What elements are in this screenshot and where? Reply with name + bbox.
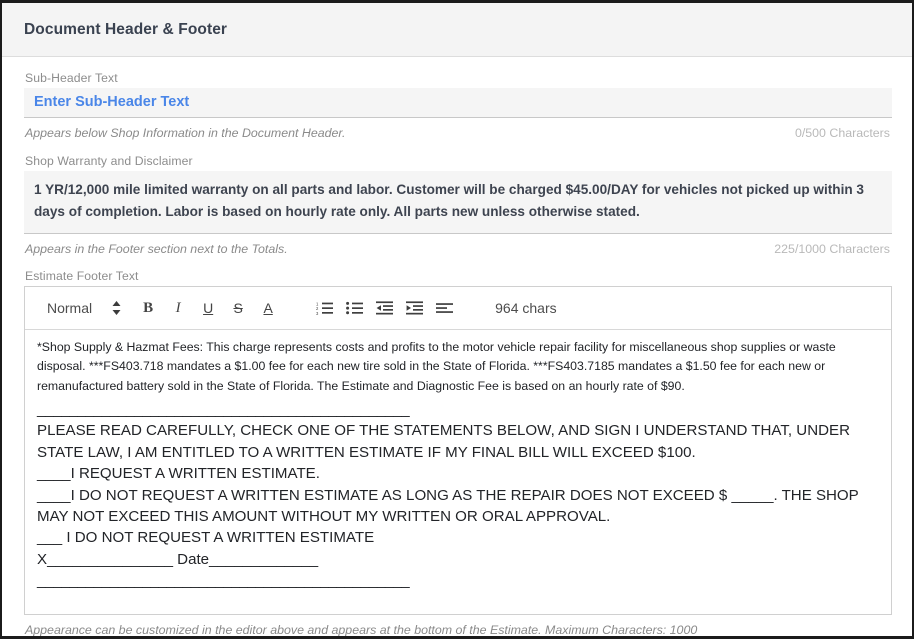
indent-button[interactable]: [399, 294, 429, 322]
italic-button[interactable]: I: [163, 294, 193, 322]
editor-line: ____I REQUEST A WRITTEN ESTIMATE.: [37, 465, 320, 483]
underline-icon: U: [203, 300, 214, 317]
editor-divider-bottom: ________________________________________…: [37, 572, 410, 590]
format-select-value: Normal: [47, 300, 93, 317]
bold-button[interactable]: B: [133, 294, 163, 322]
editor-line: ____I DO NOT REQUEST A WRITTEN ESTIMATE …: [37, 486, 863, 525]
ordered-list-button[interactable]: 1 2 3: [309, 294, 339, 322]
align-icon: [435, 301, 453, 315]
warranty-hint-row: Appears in the Footer section next to th…: [25, 242, 892, 257]
estimate-footer-label: Estimate Footer Text: [25, 269, 139, 284]
text-color-icon: A: [263, 300, 273, 317]
editor-divider-top: ________________________________________…: [37, 400, 410, 418]
bold-icon: B: [143, 299, 154, 316]
warranty-field-group: Shop Warranty and Disclaimer 1 YR/12,000…: [24, 154, 892, 257]
editor-line: PLEASE READ CAREFULLY, CHECK ONE OF THE …: [37, 422, 855, 461]
sub-header-placeholder: Enter Sub-Header Text: [34, 94, 190, 110]
sub-header-label: Sub-Header Text: [25, 71, 118, 85]
editor-line: X_______________ Date_____________: [37, 550, 319, 568]
sub-header-input[interactable]: Enter Sub-Header Text: [24, 88, 892, 118]
sub-header-character-counter: 0/500 Characters: [794, 126, 890, 140]
format-select[interactable]: Normal: [39, 300, 133, 316]
editor-char-count: 964 chars: [495, 300, 557, 317]
editor-content-area[interactable]: *Shop Supply & Hazmat Fees: This charge …: [25, 330, 891, 614]
outdent-button[interactable]: [369, 294, 399, 322]
underline-button[interactable]: U: [193, 294, 223, 322]
strikethrough-button[interactable]: S: [223, 294, 253, 322]
warranty-textarea[interactable]: 1 YR/12,000 mile limited warranty on all…: [24, 171, 892, 235]
list-group: 1 2 3: [309, 294, 459, 322]
bullet-list-icon: [345, 301, 363, 315]
ordered-list-icon: 1 2 3: [316, 301, 333, 315]
indent-icon: [405, 301, 423, 315]
estimate-footer-group: Estimate Footer Text Normal B I U S A 1 …: [24, 269, 892, 638]
estimate-footer-hint: Appearance can be customized in the edit…: [25, 623, 698, 638]
chevron-updown-icon: [112, 301, 121, 316]
panel-body: Sub-Header Text Enter Sub-Header Text Ap…: [2, 57, 912, 638]
sub-header-field-group: Sub-Header Text Enter Sub-Header Text Ap…: [24, 71, 892, 141]
warranty-value: 1 YR/12,000 mile limited warranty on all…: [34, 182, 864, 220]
align-button[interactable]: [429, 294, 459, 322]
sub-header-hint-row: Appears below Shop Information in the Do…: [25, 126, 892, 141]
editor-toolbar: Normal B I U S A 1 2 3 964 chars: [25, 287, 891, 331]
editor-paragraph-fees: *Shop Supply & Hazmat Fees: This charge …: [37, 340, 836, 393]
rich-text-editor: Normal B I U S A 1 2 3 964 chars *Shop S…: [24, 286, 892, 616]
strikethrough-icon: S: [233, 300, 243, 317]
text-style-group: B I U S A: [133, 294, 283, 322]
page-title: Document Header & Footer: [24, 20, 228, 38]
bullet-list-button[interactable]: [339, 294, 369, 322]
warranty-label: Shop Warranty and Disclaimer: [25, 154, 193, 168]
warranty-character-counter: 225/1000 Characters: [774, 242, 890, 257]
sub-header-hint: Appears below Shop Information in the Do…: [25, 126, 346, 140]
editor-line: ___ I DO NOT REQUEST A WRITTEN ESTIMATE: [37, 529, 375, 547]
panel-header: Document Header & Footer: [2, 3, 912, 57]
document-header-footer-window: Document Header & Footer Sub-Header Text…: [0, 0, 914, 639]
warranty-hint: Appears in the Footer section next to th…: [25, 242, 288, 257]
italic-icon: I: [175, 299, 181, 316]
text-color-button[interactable]: A: [253, 294, 283, 322]
outdent-icon: [375, 301, 393, 315]
svg-text:3: 3: [316, 311, 319, 315]
